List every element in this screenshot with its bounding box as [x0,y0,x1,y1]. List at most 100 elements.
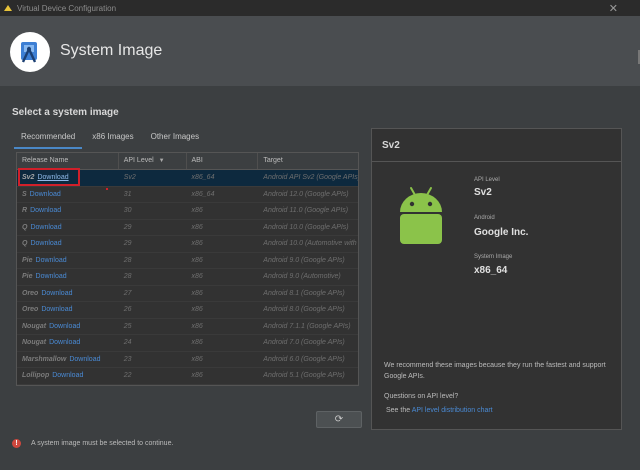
tab-recommended[interactable]: Recommended [14,130,83,149]
release-name: Pie [22,273,33,280]
release-cell: Marshmallow Download [17,352,119,368]
table-row[interactable]: Sv2 Download Sv2 x86_64 Android API Sv2 (… [17,170,358,187]
table-row[interactable]: Lollipop Download 22 x86 Android 5.1 (Goo… [17,368,358,385]
target-cell: Android 11.0 (Google APIs) [263,207,349,214]
tab-x86-images[interactable]: x86 Images [85,130,140,149]
tab-other-images[interactable]: Other Images [144,130,206,149]
table-row[interactable]: Marshmallow Download 23 x86 Android 6.0 (… [17,352,358,368]
table-row[interactable]: Nougat Download 24 x86 Android 7.0 (Googl… [17,335,358,352]
api-level-cell: 30 [123,207,132,214]
window-titlebar: Virtual Device Configuration ✕ [0,0,640,16]
target-cell: Android 12.0 (Google APIs) [263,190,349,198]
android-studio-logo-icon [21,42,37,63]
abi-cell: x86_64 [191,190,215,198]
target-cell: Android 8.1 (Google APIs) [263,289,345,297]
table-row[interactable]: Oreo Download 26 x86 Android 8.0 (Google … [17,302,358,319]
table-header: Release Name API Level ▼ ABI Target [17,153,358,170]
column-header-api-level[interactable]: API Level ▼ [119,153,187,169]
download-link[interactable]: Download [69,356,100,363]
table-row[interactable]: Pie Download 28 x86 Android 9.0 (Automoti… [17,269,358,286]
wizard-header: System Image [0,16,640,86]
android-studio-icon [4,5,12,11]
api-level-label: API Level [474,177,500,183]
vendor-value: Google Inc. [474,227,529,238]
release-name: Nougat [22,339,47,346]
system-image-label: System Image [474,254,513,260]
target-cell: Android 10.0 (Automotive with Play Store… [263,240,358,247]
target-cell: Android 10.0 (Google APIs) [263,223,349,231]
table-row[interactable]: Oreo Download 27 x86 Android 8.1 (Google … [17,286,358,302]
abi-cell: x86 [191,207,203,214]
download-link[interactable]: Download [30,240,61,247]
download-link[interactable]: Download [36,257,67,264]
target-cell: Android 7.1.1 (Google APIs) [263,322,351,330]
window-title: Virtual Device Configuration [17,3,117,13]
table-row[interactable]: Nougat Download 25 x86 Android 7.1.1 (Goo… [17,319,358,335]
error-message: A system image must be selected to conti… [31,440,174,447]
column-header-abi[interactable]: ABI [187,153,259,169]
table-row[interactable]: S Download 31 x86_64 Android 12.0 (Google… [17,187,358,203]
release-name: R [22,207,28,214]
release-cell: Nougat Download [17,319,119,335]
column-header-target[interactable]: Target [258,153,358,169]
download-link[interactable]: Download [30,224,61,231]
api-level-cell: 27 [123,289,132,297]
download-link[interactable]: Download [30,191,61,198]
api-level-value: Sv2 [474,187,492,198]
target-cell: Android API Sv2 (Google APIs) [263,174,358,181]
download-link[interactable]: Download [30,207,61,214]
abi-cell: x86_64 [191,174,215,181]
api-level-cell: 23 [123,355,132,363]
table-row[interactable]: Q Download 29 x86 Android 10.0 (Google AP… [17,220,358,236]
api-level-cell: 29 [123,223,132,231]
release-name: Q [22,240,28,247]
release-name: Marshmallow [22,355,67,363]
table-row[interactable]: Q Download 29 x86 Android 10.0 (Automotiv… [17,236,358,253]
target-cell: Android 5.1 (Google APIs) [263,372,345,379]
download-link[interactable]: Download [37,174,68,181]
header-scroll-marker [636,50,640,64]
page-title: System Image [60,42,163,59]
release-cell: Oreo Download [17,286,119,302]
release-name: Lollipop [22,372,50,379]
release-name: Sv2 [22,174,35,181]
api-level-cell: 25 [123,322,132,330]
close-icon[interactable]: ✕ [609,2,618,15]
android-label: Android [474,215,495,221]
api-level-cell: 24 [123,339,132,346]
download-link[interactable]: Download [52,372,83,379]
release-name: Pie [22,256,33,264]
download-link[interactable]: Download [41,306,72,313]
api-level-cell: 26 [123,306,132,313]
release-name: S [22,190,27,198]
abi-cell: x86 [191,372,203,379]
download-link[interactable]: Download [41,290,72,297]
abi-cell: x86 [191,306,203,313]
release-name: Q [22,223,28,231]
target-cell: Android 9.0 (Automotive) [263,273,341,280]
release-name: Nougat [22,322,47,330]
refresh-button[interactable]: ⟳ [316,411,362,428]
table-row[interactable]: R Download 30 x86 Android 11.0 (Google AP… [17,203,358,220]
abi-cell: x86 [191,240,203,247]
api-distribution-chart-link[interactable]: API level distribution chart [412,407,493,414]
release-name: Oreo [22,306,39,313]
api-level-cell: 28 [123,256,132,264]
image-tabs: Recommended x86 Images Other Images [14,130,209,149]
refresh-icon: ⟳ [334,414,344,425]
abi-cell: x86 [191,223,203,231]
download-link[interactable]: Download [49,339,80,346]
release-cell: Pie Download [17,269,119,285]
details-title: Sv2 [372,129,621,162]
column-header-release-name[interactable]: Release Name [17,153,119,169]
release-cell: Oreo Download [17,302,119,318]
download-link[interactable]: Download [36,273,67,280]
target-cell: Android 8.0 (Google APIs) [263,306,345,313]
download-link[interactable]: Download [49,323,80,330]
android-robot-icon [400,187,442,244]
table-row[interactable]: Pie Download 28 x86 Android 9.0 (Google A… [17,253,358,269]
api-question-text: Questions on API level? [384,393,459,400]
sort-descending-icon: ▼ [158,158,165,164]
release-cell: Sv2 Download [17,170,119,186]
release-cell: Nougat Download [17,335,119,351]
